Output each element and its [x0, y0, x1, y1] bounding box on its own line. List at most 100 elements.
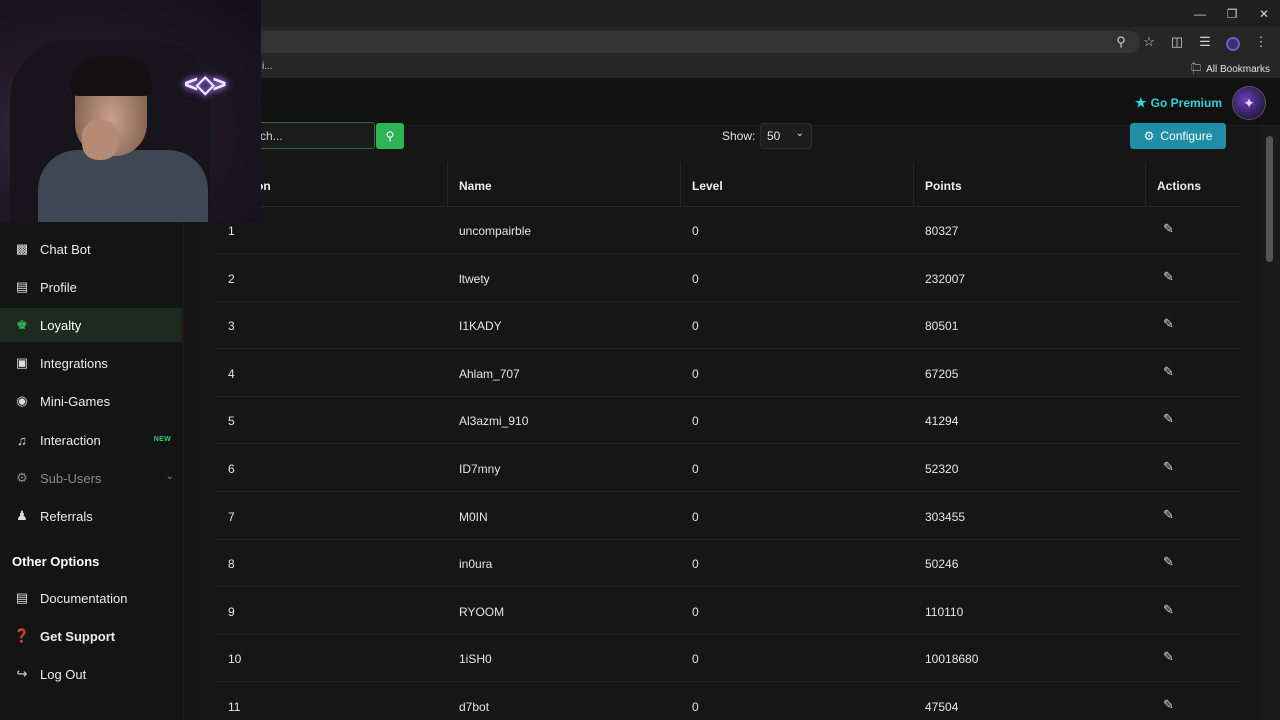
cell-level: 0	[692, 652, 699, 667]
edit-icon[interactable]: ✎	[1163, 411, 1174, 427]
cell-position: 11	[228, 700, 241, 714]
cell-level: 0	[692, 604, 699, 619]
sidebar-item-label: Sub-Users	[40, 470, 102, 486]
neon-logo-icon: <◇>	[184, 71, 226, 98]
chevron-down-icon: ⌄	[165, 471, 174, 482]
sidebar-item-chat-bot[interactable]: ▩ Chat Bot	[0, 232, 182, 266]
cell-name: Ahlam_707	[459, 366, 520, 381]
cell-points: 50246	[925, 557, 959, 572]
cell-points: 110110	[925, 604, 964, 619]
table-row: 8 in0ura 0 50246 ✎	[214, 540, 1240, 588]
column-header-level[interactable]: Level	[692, 179, 723, 193]
edit-icon[interactable]: ✎	[1163, 221, 1174, 237]
table-row: 2 ltwety 0 232007 ✎	[214, 255, 1240, 302]
edit-icon[interactable]: ✎	[1163, 507, 1174, 523]
sidebar-item-label: Integrations	[40, 355, 108, 371]
cell-level: 0	[692, 366, 699, 381]
cell-position: 9	[228, 604, 235, 619]
close-icon[interactable]: ✕	[1248, 0, 1280, 27]
configure-button[interactable]: ⚙ Configure	[1130, 123, 1226, 149]
edit-icon[interactable]: ✎	[1163, 554, 1174, 570]
music-icon: ♫	[17, 432, 27, 448]
column-header-points[interactable]: Points	[925, 179, 962, 193]
sidebar-item-label: Mini-Games	[40, 393, 111, 409]
cell-name: uncompairble	[459, 224, 532, 238]
edit-icon[interactable]: ✎	[1163, 649, 1174, 665]
sidebar-item-integrations[interactable]: ▣ Integrations	[0, 346, 182, 380]
show-select-value: 50	[767, 129, 781, 143]
cell-position: 6	[228, 462, 235, 476]
question-circle-icon: ❓	[13, 628, 31, 643]
webcam-person-hair	[70, 56, 152, 96]
sidebar-item-get-support[interactable]: ❓ Get Support	[0, 619, 182, 653]
scrollbar-thumb[interactable]	[1266, 136, 1273, 262]
sidebar-item-documentation[interactable]: ▤ Documentation	[0, 581, 182, 615]
cell-level: 0	[692, 462, 699, 476]
table-row: 11 d7bot 0 47504 ✎	[214, 683, 1240, 720]
sidebar-item-label: Get Support	[40, 628, 116, 644]
cell-level: 0	[692, 271, 699, 286]
gamepad-icon: ◉	[16, 393, 28, 408]
column-header-actions: Actions	[1157, 179, 1202, 193]
extensions-icon[interactable]: ◫	[1166, 31, 1188, 53]
cell-level: 0	[692, 557, 699, 572]
sidebar-item-loyalty[interactable]: ♚ Loyalty	[0, 308, 182, 342]
sidebar-item-label: Interaction	[40, 432, 101, 448]
user-friends-icon: ♟	[16, 508, 28, 523]
menu-icon[interactable]: ⋮	[1250, 31, 1272, 53]
cell-points: 41294	[925, 414, 959, 429]
column-divider	[1145, 162, 1146, 206]
sidebar-item-interaction[interactable]: ♫ Interaction NEW	[0, 423, 182, 457]
id-card-icon: ▤	[15, 279, 29, 294]
cell-points: 303455	[925, 509, 966, 524]
edit-icon[interactable]: ✎	[1163, 602, 1174, 618]
sidebar-item-profile[interactable]: ▤ Profile	[0, 270, 182, 304]
edit-icon[interactable]: ✎	[1163, 459, 1174, 475]
sidebar-item-referrals[interactable]: ♟ Referrals	[0, 499, 182, 533]
address-bar[interactable]	[150, 31, 1140, 53]
media-icon[interactable]: ☰	[1194, 31, 1216, 53]
gears-icon: ⚙	[1143, 129, 1155, 143]
trophy-icon: ♚	[16, 317, 28, 332]
edit-icon[interactable]: ✎	[1163, 316, 1174, 332]
cell-level: 0	[692, 509, 699, 524]
sidebar-item-label: Loyalty	[40, 317, 82, 333]
show-select[interactable]: 50 ⌄	[760, 123, 812, 149]
cell-name: ltwety	[459, 271, 490, 286]
edit-icon[interactable]: ✎	[1163, 364, 1174, 380]
sidebar-item-mini-games[interactable]: ◉ Mini-Games	[0, 384, 182, 418]
search-input[interactable]	[255, 122, 375, 149]
column-header-name[interactable]: Name	[459, 179, 492, 193]
sidebar-item-sub-users[interactable]: ⚙ Sub-Users ⌄	[0, 461, 182, 495]
all-bookmarks-button[interactable]: 🗀 All Bookmarks	[1191, 61, 1270, 78]
cell-name: RYOOM	[459, 604, 505, 619]
bookmark-item[interactable]: i...	[262, 61, 273, 72]
table-row: 5 Al3azmi_910 0 41294 ✎	[214, 397, 1240, 445]
table-toolbar: ⚲ Show: 50 ⌄ ⚙ Configure	[202, 122, 1240, 156]
minimize-icon[interactable]: —	[1184, 0, 1216, 27]
sidebar-item-log-out[interactable]: ↪ Log Out	[0, 657, 182, 691]
avatar[interactable]: ✦	[1232, 86, 1266, 120]
chevron-down-icon: ⌄	[795, 128, 804, 139]
profile-icon[interactable]	[1222, 31, 1244, 53]
star-icon[interactable]: ☆	[1138, 31, 1160, 53]
table-row: 1 uncompairble 0 80327 ✎	[214, 207, 1240, 254]
table-row: 7 M0IN 0 303455 ✎	[214, 493, 1240, 540]
cell-points: 67205	[925, 366, 959, 381]
sidebar-item-label: Documentation	[40, 590, 128, 606]
go-premium-button[interactable]: ★ Go Premium	[1135, 95, 1222, 111]
scroll-icon: ▤	[15, 590, 29, 605]
edit-icon[interactable]: ✎	[1163, 697, 1174, 713]
sidebar-item-label: Log Out	[40, 666, 87, 682]
edit-icon[interactable]: ✎	[1163, 269, 1174, 285]
restore-icon[interactable]: ❐	[1216, 0, 1248, 27]
browser-actions: ⚲ ☆ ◫ ☰ ⋮	[1110, 31, 1272, 53]
table-row: 4 Ahlam_707 0 67205 ✎	[214, 350, 1240, 397]
sidebar-item-label: Chat Bot	[40, 241, 91, 257]
scrollbar[interactable]	[1260, 126, 1280, 720]
cell-points: 47504	[925, 700, 959, 714]
search-button[interactable]: ⚲	[376, 123, 404, 149]
cell-level: 0	[692, 224, 699, 238]
zoom-icon[interactable]: ⚲	[1110, 31, 1132, 53]
webcam-overlay: <◇>	[0, 0, 261, 222]
